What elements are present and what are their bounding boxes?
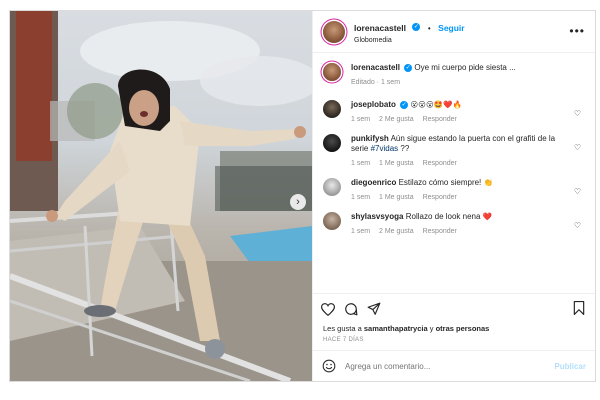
post-side-panel: lorenacastell ✓ • Seguir Globomedia ••• … (312, 11, 595, 381)
comment-item: shylasvsyoga Rollazo de look nena ❤️ 1 s… (323, 211, 585, 235)
comments-list[interactable]: lorenacastell ✓ Oye mi cuerpo pide siest… (313, 53, 595, 293)
caption-text: Oye mi cuerpo pide siesta ... (414, 63, 516, 72)
comment-time: 1 sem (351, 227, 371, 235)
post-modal: › lorenacastell ✓ • Seguir Globomedia ••… (9, 10, 596, 382)
verified-icon: ✓ (400, 100, 409, 109)
avatar[interactable] (323, 178, 341, 197)
heart-icon[interactable]: ♡ (574, 143, 581, 152)
post-photo[interactable]: › (10, 11, 312, 381)
heart-icon[interactable]: ♡ (574, 221, 581, 230)
avatar[interactable] (323, 99, 341, 118)
avatar[interactable] (323, 133, 341, 152)
share-icon[interactable] (367, 302, 381, 316)
carousel-next-button[interactable]: › (290, 194, 306, 210)
reply-button[interactable]: Responder (423, 228, 457, 235)
verified-icon: ✓ (412, 23, 421, 32)
avatar[interactable] (323, 63, 341, 81)
comment-emojis: 👏 (483, 178, 493, 188)
likes-others-link[interactable]: otras personas (436, 324, 490, 333)
comment-input[interactable] (345, 361, 555, 371)
comment-body: shylasvsyoga Rollazo de look nena ❤️ 1 s… (351, 212, 585, 235)
comment-username[interactable]: diegoenrico (351, 178, 396, 187)
hashtag-link[interactable]: #7vidas (371, 144, 399, 153)
header-text: lorenacastell ✓ • Seguir Globomedia (354, 18, 465, 44)
add-comment-bar: Publicar (313, 350, 595, 381)
more-icon[interactable]: ••• (569, 24, 585, 38)
follow-button[interactable]: Seguir (438, 23, 464, 33)
avatar[interactable] (323, 20, 345, 43)
reply-button[interactable]: Responder (423, 160, 457, 167)
comment-text: Estilazo cómo siempre! (398, 178, 484, 188)
likes-mid: y (427, 324, 436, 333)
comment-emojis: 😮😮😮🤩❤️🔥 (410, 99, 462, 109)
comment-item: diegoenrico Estilazo cómo siempre! 👏 1 s… (323, 178, 585, 201)
caption-username[interactable]: lorenacastell (351, 63, 400, 72)
comment-username[interactable]: joseplobato (351, 100, 396, 109)
comment-time: 1 sem (351, 193, 371, 201)
likes-prefix: Les gusta a (323, 324, 364, 333)
photo-illustration (10, 11, 312, 381)
comment-icon[interactable] (344, 302, 358, 316)
comment-username[interactable]: punkifysh (351, 134, 389, 143)
chevron-right-icon: › (296, 196, 300, 208)
likes-summary: Les gusta a samanthapatrycia y otras per… (313, 324, 595, 333)
header-username[interactable]: lorenacastell (354, 23, 406, 33)
caption-meta: Editado · 1 sem (351, 78, 401, 86)
likes-user-link[interactable]: samanthapatrycia (364, 324, 428, 333)
verified-icon: ✓ (404, 63, 413, 72)
comment-body: punkifysh Aún sigue estando la puerta co… (351, 134, 585, 168)
heart-icon[interactable] (321, 302, 335, 316)
caption-body: lorenacastell ✓ Oye mi cuerpo pide siest… (351, 63, 585, 86)
comment-item: joseplobato ✓ 😮😮😮🤩❤️🔥 1 sem 2 Me gusta R… (323, 99, 585, 123)
comment-item: punkifysh Aún sigue estando la puerta co… (323, 133, 585, 168)
comment-body: diegoenrico Estilazo cómo siempre! 👏 1 s… (351, 178, 585, 201)
comment-meta: 1 sem 1 Me gusta Responder (351, 194, 571, 201)
post-timestamp[interactable]: HACE 7 DÍAS (313, 333, 595, 350)
comment-username[interactable]: shylasvsyoga (351, 212, 403, 221)
heart-icon[interactable]: ♡ (574, 187, 581, 196)
comment-time: 1 sem (351, 160, 371, 168)
heart-icon[interactable]: ♡ (574, 109, 581, 118)
comment-meta: 1 sem 2 Me gusta Responder (351, 228, 571, 235)
comment-meta: 1 sem 1 Me gusta Responder (351, 160, 571, 167)
action-bar (313, 293, 595, 324)
comment-likes-link[interactable]: 1 Me gusta (379, 194, 414, 201)
bookmark-icon[interactable] (573, 301, 585, 320)
location-link[interactable]: Globomedia (354, 37, 465, 45)
comment-time: 1 sem (351, 115, 371, 123)
comment-likes-link[interactable]: 1 Me gusta (379, 160, 414, 167)
publish-button[interactable]: Publicar (554, 362, 586, 371)
comment-likes-link[interactable]: 2 Me gusta (379, 228, 414, 235)
caption: lorenacastell ✓ Oye mi cuerpo pide siest… (323, 63, 585, 86)
reply-button[interactable]: Responder (423, 194, 457, 201)
comment-body: joseplobato ✓ 😮😮😮🤩❤️🔥 1 sem 2 Me gusta R… (351, 100, 585, 123)
comment-emojis: ❤️ (482, 211, 493, 221)
emoji-icon[interactable] (322, 359, 336, 373)
comment-text: Rollazo de look nena (405, 211, 483, 221)
comment-meta: 1 sem 2 Me gusta Responder (351, 116, 571, 123)
comment-suffix: ?? (398, 144, 410, 154)
separator-dot: • (427, 24, 431, 34)
reply-button[interactable]: Responder (423, 116, 457, 123)
avatar[interactable] (323, 211, 341, 230)
post-header: lorenacastell ✓ • Seguir Globomedia ••• (313, 11, 595, 53)
comment-likes-link[interactable]: 2 Me gusta (379, 116, 414, 123)
